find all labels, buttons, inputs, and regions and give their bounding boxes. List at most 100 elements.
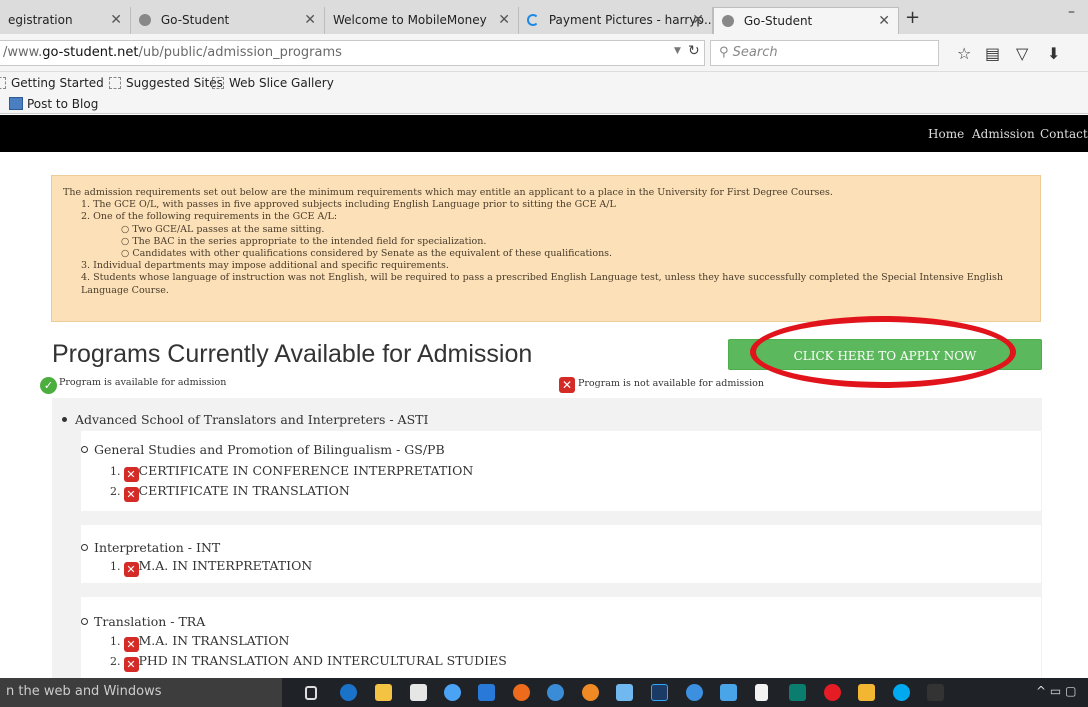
requirement-subitem: ○ Candidates with other qualifications c… xyxy=(121,248,613,260)
new-tab-plus-icon[interactable]: + xyxy=(905,7,920,28)
bullet-icon xyxy=(81,618,88,625)
network-icon[interactable]: ▭ xyxy=(1050,684,1061,698)
notice-intro: The admission requirements set out below… xyxy=(63,187,833,198)
go-student-favicon-icon xyxy=(139,14,151,26)
page-icon xyxy=(109,77,121,89)
publisher-icon[interactable] xyxy=(789,684,806,701)
blog-toolbar: Post to Blog xyxy=(0,94,1088,114)
program-item[interactable]: 1. ✕ CERTIFICATE IN CONFERENCE INTERPRETAT… xyxy=(110,463,473,482)
store-icon[interactable] xyxy=(410,684,427,701)
tab-label: Welcome to MobileMoney xyxy=(333,13,487,27)
legend-text: Program is not available for admission xyxy=(578,378,764,389)
tab-go-student-1[interactable]: Go-Student ✕ xyxy=(131,7,325,34)
pocket-icon[interactable]: ▽ xyxy=(1016,44,1028,63)
nav-contact-link[interactable]: Contact xyxy=(1040,127,1088,141)
program-item[interactable]: 1. ✕ M.A. IN INTERPRETATION xyxy=(110,558,312,577)
department-name: Translation - TRA xyxy=(81,614,205,629)
requirement-item: 2. One of the following requirements in … xyxy=(81,211,338,223)
close-tab-icon[interactable]: ✕ xyxy=(878,13,890,29)
dark-app-icon[interactable] xyxy=(927,684,944,701)
message-icon[interactable]: ▢ xyxy=(1065,684,1076,698)
loading-spinner-icon xyxy=(527,14,539,26)
opera-icon[interactable] xyxy=(513,684,530,701)
document-icon[interactable] xyxy=(755,684,768,701)
list-number: 2. xyxy=(110,655,121,668)
system-tray[interactable]: ^ ▭ ▢ xyxy=(1036,684,1076,698)
cross-icon: ✕ xyxy=(123,562,139,577)
bookmark-getting-started[interactable]: Getting Started xyxy=(0,76,104,90)
task-view-icon[interactable] xyxy=(305,686,317,700)
app-blue-icon[interactable] xyxy=(547,684,564,701)
close-tab-icon[interactable]: ✕ xyxy=(692,12,704,28)
cross-icon: ✕ xyxy=(559,377,575,393)
search-input[interactable]: ⚲ Search xyxy=(710,40,939,66)
requirement-item: 1. The GCE O/L, with passes in five appr… xyxy=(81,199,616,211)
close-tab-icon[interactable]: ✕ xyxy=(498,12,510,28)
files-app-icon[interactable] xyxy=(616,684,633,701)
apply-now-button[interactable]: CLICK HERE TO APPLY NOW xyxy=(728,339,1042,370)
tab-go-student-active[interactable]: Go-Student ✕ xyxy=(713,7,899,34)
tab-registration[interactable]: egistration ✕ xyxy=(0,7,131,34)
opera-red-icon[interactable] xyxy=(824,684,841,701)
file-explorer-icon[interactable] xyxy=(375,684,392,701)
school-item: Advanced School of Translators and Inter… xyxy=(62,412,428,427)
download-icon[interactable]: ⬇ xyxy=(1047,44,1060,63)
media-player-icon[interactable] xyxy=(478,684,495,701)
list-number: 1. xyxy=(110,465,121,478)
department-label: Interpretation - INT xyxy=(94,540,221,555)
reload-icon[interactable]: ↻ xyxy=(688,43,700,59)
site-header: Home Admission Contact xyxy=(0,115,1088,152)
bookmark-star-icon[interactable]: ☆ xyxy=(957,44,971,63)
chevron-up-icon[interactable]: ^ xyxy=(1036,684,1046,698)
photoshop-icon[interactable] xyxy=(651,684,668,701)
tab-label: Go-Student xyxy=(160,13,230,27)
url-path: /ub/public/admission_programs xyxy=(138,45,342,60)
taskbar-search-input[interactable]: n the web and Windows xyxy=(0,678,282,707)
page-icon xyxy=(212,77,224,89)
program-listing: Advanced School of Translators and Inter… xyxy=(52,398,1042,678)
department-name: Interpretation - INT xyxy=(81,540,220,555)
tab-label: egistration xyxy=(8,13,73,27)
windows-taskbar: n the web and Windows ^ ▭ ▢ xyxy=(0,678,1088,707)
edge-browser-icon[interactable] xyxy=(340,684,357,701)
go-student-favicon-icon xyxy=(722,15,734,27)
bookmarks-bar: Getting Started Suggested Sites Web Slic… xyxy=(0,72,1088,94)
tab-payment-pictures[interactable]: Payment Pictures - harryp... ✕ xyxy=(519,7,713,34)
skype-icon[interactable] xyxy=(893,684,910,701)
bookmark-suggested-sites[interactable]: Suggested Sites xyxy=(109,76,223,90)
chrome-icon[interactable] xyxy=(444,684,461,701)
tab-label: Payment Pictures - harryp... xyxy=(548,13,713,27)
tab-label: Go-Student xyxy=(743,14,813,28)
program-name: CERTIFICATE IN CONFERENCE INTERPRETATION xyxy=(138,463,474,478)
url-host: go-student.net xyxy=(42,45,139,60)
admission-requirements-notice: The admission requirements set out below… xyxy=(51,175,1041,322)
url-dropdown-icon[interactable]: ▼ xyxy=(674,46,681,56)
bullet-icon xyxy=(81,446,88,453)
photos-icon[interactable] xyxy=(858,684,875,701)
list-number: 1. xyxy=(110,635,121,648)
close-tab-icon[interactable]: ✕ xyxy=(304,12,316,28)
close-tab-icon[interactable]: ✕ xyxy=(110,12,122,28)
tab-mobilemoney[interactable]: Welcome to MobileMoney ✕ xyxy=(325,7,519,34)
app-window-icon[interactable] xyxy=(720,684,737,701)
department-name: General Studies and Promotion of Bilingu… xyxy=(81,442,445,457)
nav-admission-link[interactable]: Admission xyxy=(972,127,1035,141)
reading-list-icon[interactable]: ▤ xyxy=(985,44,1000,63)
bookmark-label: Suggested Sites xyxy=(126,76,223,90)
program-item[interactable]: 2. ✕ CERTIFICATE IN TRANSLATION xyxy=(110,483,350,502)
minimize-window-icon[interactable]: – xyxy=(1068,4,1075,20)
subitem-text: Candidates with other qualifications con… xyxy=(132,248,613,260)
subitem-text: The BAC in the series appropriate to the… xyxy=(132,235,487,247)
nav-home-link[interactable]: Home xyxy=(928,127,964,141)
bullet-icon xyxy=(81,544,88,551)
requirement-item: 4. Students whose language of instructio… xyxy=(81,272,1003,296)
bookmark-web-slice-gallery[interactable]: Web Slice Gallery xyxy=(212,76,334,90)
post-to-blog-button[interactable]: Post to Blog xyxy=(27,97,98,111)
program-item[interactable]: 2. ✕ PHD IN TRANSLATION AND INTERCULTURAL … xyxy=(110,653,507,672)
program-item[interactable]: 1. ✕ M.A. IN TRANSLATION xyxy=(110,633,289,652)
firefox-icon[interactable] xyxy=(582,684,599,701)
address-bar[interactable]: /www.go-student.net/ub/public/admission_… xyxy=(0,40,705,66)
app-orange-icon[interactable] xyxy=(686,684,703,701)
requirement-subitem: ○ Two GCE/AL passes at the same sitting. xyxy=(121,223,325,235)
legend-unavailable: ✕ Program is not available for admission xyxy=(559,377,764,393)
